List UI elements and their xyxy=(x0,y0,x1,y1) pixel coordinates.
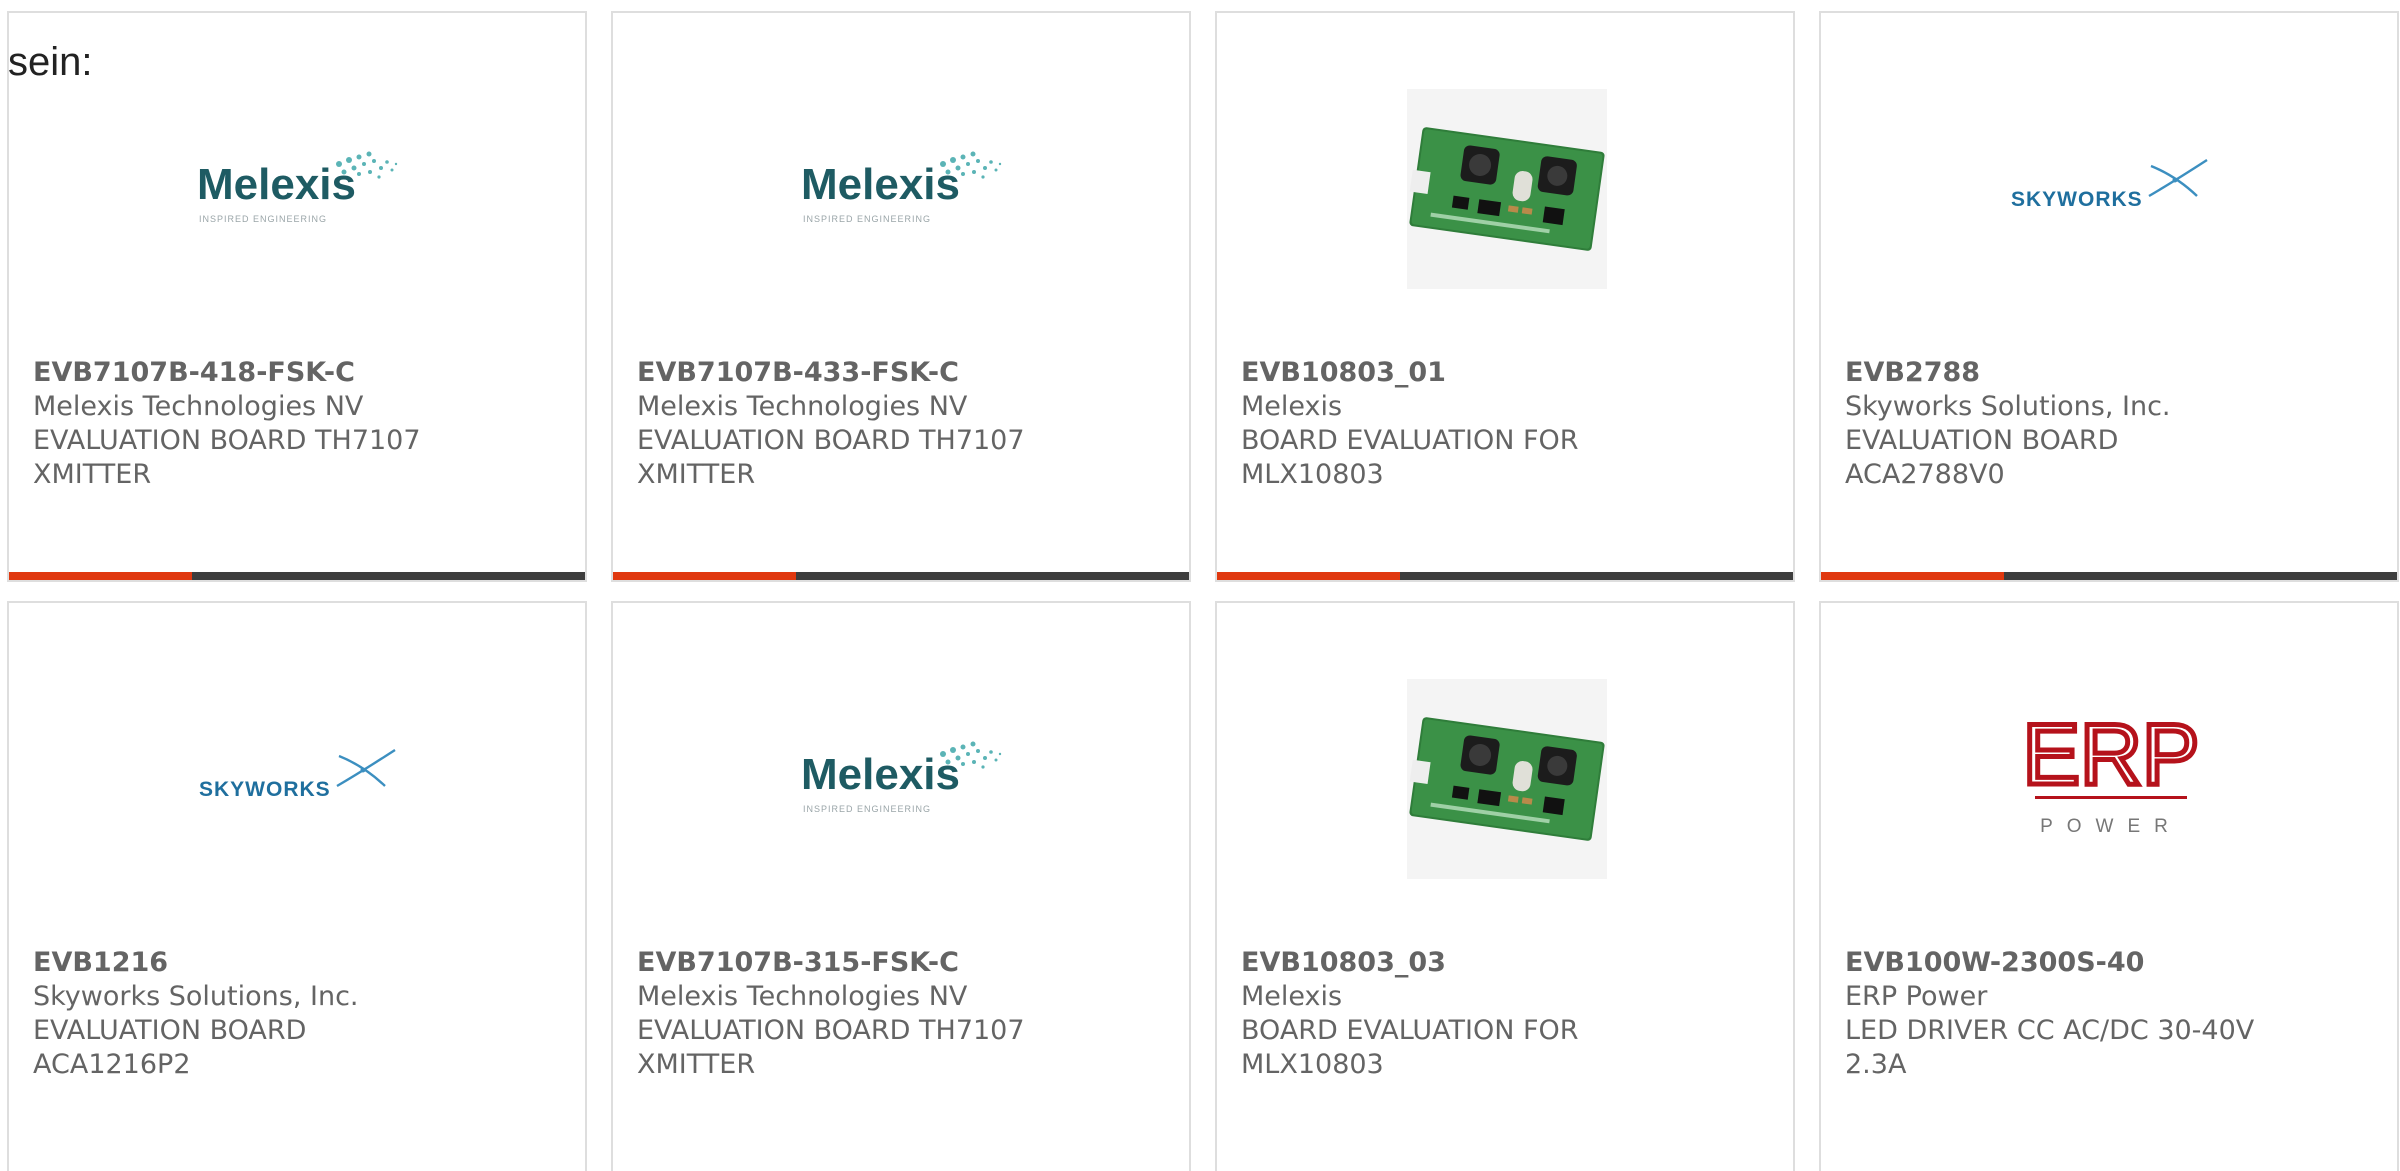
manufacturer: Melexis Technologies NV xyxy=(637,981,968,1012)
melexis-logo-icon: Melexis INSPIRED ENGINEERING xyxy=(801,741,1002,814)
manufacturer: Skyworks Solutions, Inc. xyxy=(1845,391,2171,422)
description-line: MLX10803 xyxy=(1241,459,1384,490)
manufacturer: Melexis xyxy=(1241,981,1343,1012)
description-line: XMITTER xyxy=(637,459,756,490)
product-card[interactable]: Melexis INSPIRED ENGINEERING EVB7107B-43… xyxy=(611,11,1191,582)
description-line: EVALUATION BOARD ACA1216P2 xyxy=(33,1015,307,1080)
product-info: EVB1216 Skyworks Solutions, Inc. EVALUAT… xyxy=(33,946,453,1082)
erp-power-logo-icon: ERP POWER xyxy=(2020,705,2202,838)
svg-text:INSPIRED ENGINEERING: INSPIRED ENGINEERING xyxy=(199,214,327,224)
melexis-logo-icon: Melexis INSPIRED ENGINEERING xyxy=(801,151,1002,224)
svg-text:Melexis: Melexis xyxy=(801,160,960,209)
product-info: EVB100W-2300S-40 ERP Power LED DRIVER CC… xyxy=(1845,946,2265,1082)
part-number[interactable]: EVB10803_03 xyxy=(1241,946,1661,980)
svg-text:POWER: POWER xyxy=(2040,816,2182,837)
accent-bar xyxy=(1821,572,2004,580)
pcb-board-icon xyxy=(1407,679,1607,879)
description-line: LED DRIVER CC AC/DC 30-40V xyxy=(1845,1015,2255,1046)
manufacturer: Melexis Technologies NV xyxy=(637,391,968,422)
product-card[interactable]: ERP POWER EVB100W-2300S-40 ERP Power LED… xyxy=(1819,601,2399,1171)
product-info: EVB7107B-315-FSK-C Melexis Technologies … xyxy=(637,946,1057,1082)
description-line: EVALUATION BOARD TH7107 xyxy=(33,425,421,456)
svg-text:SKYWORKS: SKYWORKS xyxy=(2011,188,2143,211)
skyworks-logo-icon: SKYWORKS xyxy=(2011,158,2208,211)
product-card[interactable]: EVB10803_01 Melexis BOARD EVALUATION FOR… xyxy=(1215,11,1795,582)
manufacturer: Melexis xyxy=(1241,391,1343,422)
description-line: EVALUATION BOARD TH7107 xyxy=(637,425,1025,456)
product-image[interactable]: Melexis INSPIRED ENGINEERING xyxy=(189,79,409,299)
product-card[interactable]: EVB10803_03 Melexis BOARD EVALUATION FOR… xyxy=(1215,601,1795,1171)
product-image[interactable]: SKYWORKS xyxy=(189,669,409,889)
description-line: XMITTER xyxy=(637,1049,756,1080)
product-grid: Melexis INSPIRED ENGINEERING EVB7107B-41… xyxy=(0,0,2400,1171)
card-footer-bar xyxy=(9,572,585,580)
manufacturer: Melexis Technologies NV xyxy=(33,391,364,422)
melexis-logo-icon: Melexis INSPIRED ENGINEERING xyxy=(197,151,398,224)
svg-text:INSPIRED ENGINEERING: INSPIRED ENGINEERING xyxy=(803,214,931,224)
card-footer-bar xyxy=(1821,572,2397,580)
accent-bar xyxy=(1217,572,1400,580)
product-card[interactable]: SKYWORKS EVB2788 Skyworks Solutions, Inc… xyxy=(1819,11,2399,582)
svg-text:SKYWORKS: SKYWORKS xyxy=(199,778,331,801)
description-line: EVALUATION BOARD TH7107 xyxy=(637,1015,1025,1046)
accent-bar xyxy=(9,572,192,580)
product-image[interactable]: Melexis INSPIRED ENGINEERING xyxy=(793,79,1013,299)
part-number[interactable]: EVB2788 xyxy=(1845,356,2265,390)
product-info: EVB10803_01 Melexis BOARD EVALUATION FOR… xyxy=(1241,356,1661,492)
part-number[interactable]: EVB7107B-315-FSK-C xyxy=(637,946,1057,980)
part-number[interactable]: EVB7107B-433-FSK-C xyxy=(637,356,1057,390)
product-info: EVB7107B-418-FSK-C Melexis Technologies … xyxy=(33,356,453,492)
description-line: XMITTER xyxy=(33,459,152,490)
product-card[interactable]: Melexis INSPIRED ENGINEERING EVB7107B-41… xyxy=(7,11,587,582)
product-image[interactable] xyxy=(1397,79,1617,299)
product-info: EVB7107B-433-FSK-C Melexis Technologies … xyxy=(637,356,1057,492)
card-footer-bar xyxy=(613,572,1189,580)
manufacturer: Skyworks Solutions, Inc. xyxy=(33,981,359,1012)
card-footer-bar xyxy=(1217,572,1793,580)
product-image[interactable]: ERP POWER xyxy=(2001,669,2221,889)
skyworks-logo-icon: SKYWORKS xyxy=(199,748,396,801)
description-line: 2.3A xyxy=(1845,1049,1907,1080)
description-line: BOARD EVALUATION FOR xyxy=(1241,1015,1579,1046)
product-card[interactable]: SKYWORKS EVB1216 Skyworks Solutions, Inc… xyxy=(7,601,587,1171)
description-line: BOARD EVALUATION FOR xyxy=(1241,425,1579,456)
part-number[interactable]: EVB7107B-418-FSK-C xyxy=(33,356,453,390)
pcb-board-icon xyxy=(1407,89,1607,289)
product-info: EVB2788 Skyworks Solutions, Inc. EVALUAT… xyxy=(1845,356,2265,492)
svg-text:ERP: ERP xyxy=(2023,707,2200,803)
product-image[interactable] xyxy=(1397,669,1617,889)
svg-text:Melexis: Melexis xyxy=(197,160,356,209)
description-line: EVALUATION BOARD ACA2788V0 xyxy=(1845,425,2119,490)
part-number[interactable]: EVB100W-2300S-40 xyxy=(1845,946,2265,980)
description-line: MLX10803 xyxy=(1241,1049,1384,1080)
product-card[interactable]: Melexis INSPIRED ENGINEERING EVB7107B-31… xyxy=(611,601,1191,1171)
product-info: EVB10803_03 Melexis BOARD EVALUATION FOR… xyxy=(1241,946,1661,1082)
svg-text:INSPIRED ENGINEERING: INSPIRED ENGINEERING xyxy=(803,804,931,814)
manufacturer: ERP Power xyxy=(1845,981,1988,1012)
product-image[interactable]: Melexis INSPIRED ENGINEERING xyxy=(793,669,1013,889)
intro-text: sein: xyxy=(8,40,93,84)
part-number[interactable]: EVB10803_01 xyxy=(1241,356,1661,390)
svg-text:Melexis: Melexis xyxy=(801,750,960,799)
part-number[interactable]: EVB1216 xyxy=(33,946,453,980)
accent-bar xyxy=(613,572,796,580)
product-image[interactable]: SKYWORKS xyxy=(2001,79,2221,299)
